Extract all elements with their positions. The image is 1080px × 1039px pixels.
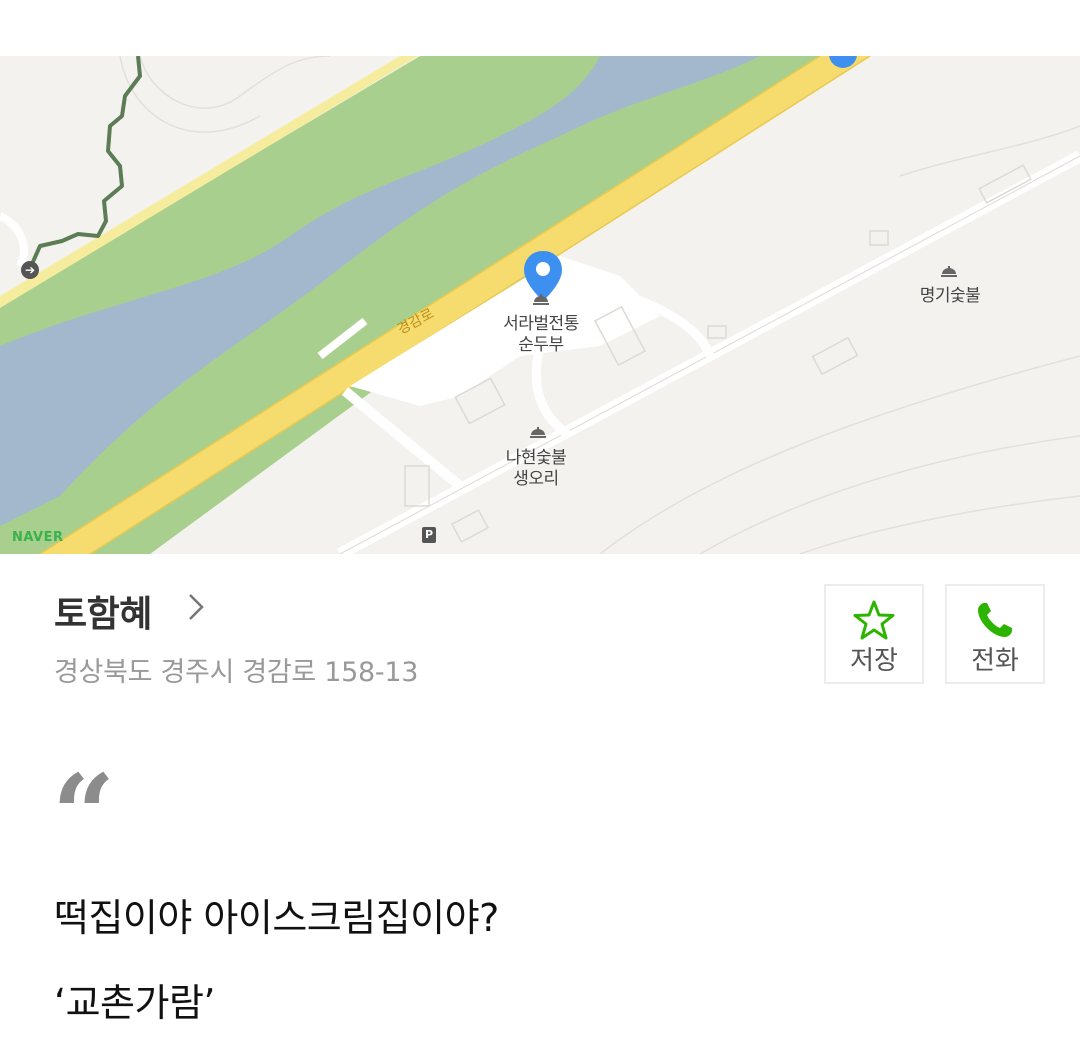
save-label: 저장 — [850, 646, 898, 676]
phone-icon — [978, 603, 1012, 637]
content-line-2: ‘교촌가람’ — [54, 981, 216, 1025]
restaurant-icon — [533, 294, 549, 305]
restaurant-icon — [530, 427, 546, 438]
call-label: 전화 — [971, 646, 1019, 676]
poi-label-myeonggi[interactable]: 명기숯불 — [900, 286, 1000, 307]
place-address: 경상북도 경주시 경감로 158-13 — [54, 657, 419, 688]
poi-label-nahyeon[interactable]: 나현숯불 생오리 — [486, 448, 586, 490]
star-icon — [853, 600, 895, 640]
content-line-1: 떡집이야 아이스크림집이야? — [54, 896, 499, 940]
place-name[interactable]: 토함혜 — [54, 585, 152, 637]
call-button[interactable]: 전화 — [945, 584, 1045, 684]
save-button[interactable]: 저장 — [824, 584, 924, 684]
trail-start-icon: ➔ — [21, 261, 39, 279]
restaurant-icon — [941, 266, 957, 277]
naver-logo: NAVER — [12, 530, 64, 545]
poi-label-seorabeol[interactable]: 서라벌전통 순두부 — [486, 314, 596, 356]
quote-mark-icon: “ — [52, 750, 116, 879]
chevron-right-icon[interactable] — [187, 592, 205, 630]
parking-icon: P — [422, 527, 436, 543]
map-view[interactable]: 경감로 서라벌전통 순두부 명기숯불 나현숯불 생오리 ➔ P NAVER — [0, 56, 1080, 554]
